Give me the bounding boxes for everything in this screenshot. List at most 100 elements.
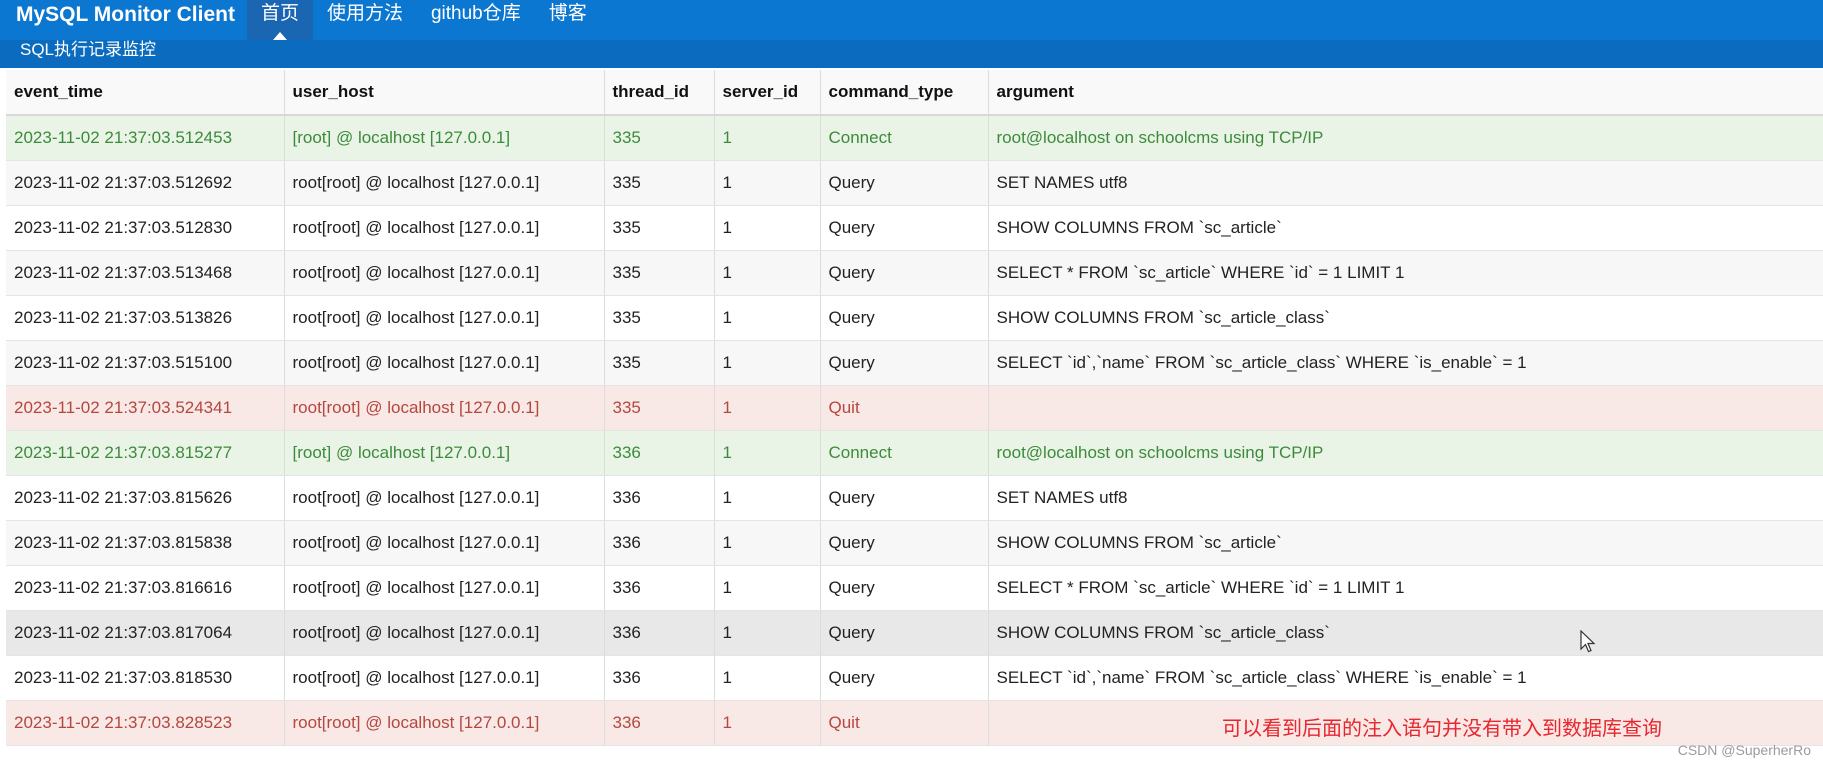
cell-thread-id: 336 — [604, 610, 715, 656]
cell-event-time: 2023-11-02 21:37:03.816616 — [6, 565, 285, 611]
page-subtitle: SQL执行记录监控 — [0, 40, 1823, 68]
cell-thread-id: 336 — [604, 475, 715, 521]
cell-argument: SELECT * FROM `sc_article` WHERE `id` = … — [988, 250, 1823, 296]
cell-user-host: root[root] @ localhost [127.0.0.1] — [284, 340, 605, 386]
cell-user-host: root[root] @ localhost [127.0.0.1] — [284, 205, 605, 251]
cell-server-id: 1 — [714, 520, 821, 566]
cell-event-time: 2023-11-02 21:37:03.512692 — [6, 160, 285, 206]
cell-event-time: 2023-11-02 21:37:03.815838 — [6, 520, 285, 566]
cell-command-type: Query — [820, 655, 989, 701]
cell-user-host: [root] @ localhost [127.0.0.1] — [284, 115, 605, 161]
cell-command-type: Query — [820, 160, 989, 206]
cell-event-time: 2023-11-02 21:37:03.513468 — [6, 250, 285, 296]
table-row[interactable]: 2023-11-02 21:37:03.818530 root[root] @ l… — [6, 655, 1823, 701]
cell-command-type: Query — [820, 250, 989, 296]
table-row[interactable]: 2023-11-02 21:37:03.512692 root[root] @ l… — [6, 160, 1823, 206]
cell-server-id: 1 — [714, 160, 821, 206]
cell-argument: SHOW COLUMNS FROM `sc_article_class` — [988, 610, 1823, 656]
sql-log-table-container[interactable]: event_time user_host thread_id server_id… — [6, 70, 1823, 750]
nav-github[interactable]: github仓库 — [417, 0, 535, 40]
table-body: 2023-11-02 21:37:03.512453 [root] @ local… — [6, 115, 1823, 746]
cell-command-type: Query — [820, 205, 989, 251]
mouse-cursor-icon — [1580, 630, 1596, 653]
cell-argument: SHOW COLUMNS FROM `sc_article_class` — [988, 295, 1823, 341]
cell-thread-id: 336 — [604, 520, 715, 566]
active-caret-icon — [272, 32, 287, 40]
sql-log-table: event_time user_host thread_id server_id… — [6, 70, 1823, 746]
cell-command-type: Quit — [820, 700, 989, 746]
cell-user-host: root[root] @ localhost [127.0.0.1] — [284, 250, 605, 296]
cell-event-time: 2023-11-02 21:37:03.817064 — [6, 610, 285, 656]
cell-argument: SELECT `id`,`name` FROM `sc_article_clas… — [988, 340, 1823, 386]
cell-command-type: Connect — [820, 115, 989, 161]
cell-thread-id: 335 — [604, 295, 715, 341]
table-header-row: event_time user_host thread_id server_id… — [6, 70, 1823, 116]
cell-argument: SHOW COLUMNS FROM `sc_article` — [988, 520, 1823, 566]
column-header-thread-id[interactable]: thread_id — [604, 70, 715, 116]
cell-server-id: 1 — [714, 700, 821, 746]
cell-event-time: 2023-11-02 21:37:03.828523 — [6, 700, 285, 746]
cell-argument: root@localhost on schoolcms using TCP/IP — [988, 430, 1823, 476]
cell-argument: SET NAMES utf8 — [988, 475, 1823, 521]
cell-server-id: 1 — [714, 565, 821, 611]
cell-command-type: Query — [820, 565, 989, 611]
cell-event-time: 2023-11-02 21:37:03.815277 — [6, 430, 285, 476]
cell-argument: SHOW COLUMNS FROM `sc_article` — [988, 205, 1823, 251]
cell-event-time: 2023-11-02 21:37:03.512830 — [6, 205, 285, 251]
cell-server-id: 1 — [714, 295, 821, 341]
column-header-server-id[interactable]: server_id — [714, 70, 821, 116]
table-row[interactable]: 2023-11-02 21:37:03.512453 [root] @ local… — [6, 115, 1823, 161]
cell-user-host: root[root] @ localhost [127.0.0.1] — [284, 520, 605, 566]
cell-event-time: 2023-11-02 21:37:03.524341 — [6, 385, 285, 431]
cell-server-id: 1 — [714, 250, 821, 296]
cell-event-time: 2023-11-02 21:37:03.512453 — [6, 115, 285, 161]
cell-thread-id: 336 — [604, 430, 715, 476]
nav-home[interactable]: 首页 — [246, 0, 313, 40]
cell-server-id: 1 — [714, 115, 821, 161]
cell-thread-id: 335 — [604, 205, 715, 251]
cell-command-type: Query — [820, 295, 989, 341]
table-row[interactable]: 2023-11-02 21:37:03.513468 root[root] @ l… — [6, 250, 1823, 296]
app-title[interactable]: MySQL Monitor Client — [0, 0, 247, 40]
cell-thread-id: 335 — [604, 250, 715, 296]
table-row[interactable]: 2023-11-02 21:37:03.515100 root[root] @ l… — [6, 340, 1823, 386]
cell-server-id: 1 — [714, 385, 821, 431]
table-row[interactable]: 2023-11-02 21:37:03.513826 root[root] @ l… — [6, 295, 1823, 341]
column-header-argument[interactable]: argument — [988, 70, 1823, 116]
cell-command-type: Quit — [820, 385, 989, 431]
nav-usage[interactable]: 使用方法 — [313, 0, 417, 40]
cell-server-id: 1 — [714, 475, 821, 521]
cell-user-host: root[root] @ localhost [127.0.0.1] — [284, 160, 605, 206]
cell-server-id: 1 — [714, 430, 821, 476]
cell-server-id: 1 — [714, 610, 821, 656]
nav-usage-label: 使用方法 — [326, 3, 403, 24]
table-row[interactable]: 2023-11-02 21:37:03.815626 root[root] @ l… — [6, 475, 1823, 521]
column-header-command-type[interactable]: command_type — [820, 70, 989, 116]
cell-server-id: 1 — [714, 205, 821, 251]
column-header-event-time[interactable]: event_time — [6, 70, 285, 116]
table-row[interactable]: 2023-11-02 21:37:03.512830 root[root] @ l… — [6, 205, 1823, 251]
column-header-user-host[interactable]: user_host — [284, 70, 605, 116]
cell-argument — [988, 385, 1823, 431]
table-row[interactable]: 2023-11-02 21:37:03.817064 root[root] @ l… — [6, 610, 1823, 656]
cell-user-host: root[root] @ localhost [127.0.0.1] — [284, 655, 605, 701]
cell-thread-id: 336 — [604, 655, 715, 701]
cell-server-id: 1 — [714, 655, 821, 701]
cell-user-host: root[root] @ localhost [127.0.0.1] — [284, 700, 605, 746]
top-navbar: MySQL Monitor Client 首页 使用方法 github仓库 博客 — [0, 0, 1823, 40]
cell-event-time: 2023-11-02 21:37:03.515100 — [6, 340, 285, 386]
cell-event-time: 2023-11-02 21:37:03.513826 — [6, 295, 285, 341]
cell-argument: root@localhost on schoolcms using TCP/IP — [988, 115, 1823, 161]
cell-thread-id: 335 — [604, 340, 715, 386]
cell-server-id: 1 — [714, 340, 821, 386]
cell-user-host: [root] @ localhost [127.0.0.1] — [284, 430, 605, 476]
watermark: CSDN @SuperherRo — [1677, 742, 1811, 758]
table-row[interactable]: 2023-11-02 21:37:03.816616 root[root] @ l… — [6, 565, 1823, 611]
cell-thread-id: 335 — [604, 160, 715, 206]
cell-event-time: 2023-11-02 21:37:03.815626 — [6, 475, 285, 521]
cell-command-type: Query — [820, 475, 989, 521]
nav-blog[interactable]: 博客 — [535, 0, 601, 40]
table-row[interactable]: 2023-11-02 21:37:03.815277 [root] @ local… — [6, 430, 1823, 476]
table-row[interactable]: 2023-11-02 21:37:03.524341 root[root] @ l… — [6, 385, 1823, 431]
table-row[interactable]: 2023-11-02 21:37:03.815838 root[root] @ l… — [6, 520, 1823, 566]
